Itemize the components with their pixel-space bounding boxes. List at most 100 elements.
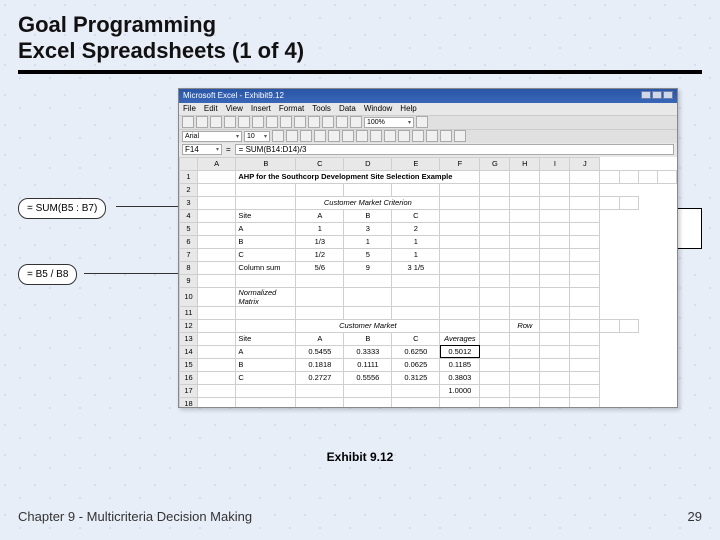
name-box[interactable]: F14	[182, 144, 222, 155]
cell-A3[interactable]	[198, 196, 236, 209]
save-icon[interactable]	[210, 116, 222, 128]
cell-C5[interactable]: 1	[296, 222, 344, 235]
cell-D17[interactable]	[344, 384, 392, 397]
cell-H16[interactable]	[510, 371, 540, 384]
cell-I6[interactable]	[540, 235, 570, 248]
cell-J1[interactable]	[657, 170, 676, 183]
cell-C9[interactable]	[296, 274, 344, 287]
row-header-12[interactable]: 12	[180, 319, 198, 332]
cell-C18[interactable]	[296, 397, 344, 407]
cell-J3[interactable]	[619, 196, 638, 209]
font-color-icon[interactable]	[454, 130, 466, 142]
cell-J11[interactable]	[570, 306, 600, 319]
cell-A15[interactable]	[198, 358, 236, 371]
cell-B13[interactable]: Site	[236, 332, 296, 345]
cell-C7[interactable]: 1/2	[296, 248, 344, 261]
col-header-J[interactable]: J	[570, 157, 600, 170]
cell-F13[interactable]: Averages	[440, 332, 480, 345]
excel-grid[interactable]: ABCDEFGHIJ1AHP for the Southcorp Develop…	[179, 157, 677, 407]
cell-I14[interactable]	[540, 345, 570, 358]
cell-A10[interactable]	[198, 287, 236, 306]
cell-C10[interactable]	[296, 287, 344, 306]
cell-J6[interactable]	[570, 235, 600, 248]
cell-H17[interactable]	[510, 384, 540, 397]
cell-I12[interactable]	[600, 319, 619, 332]
cell-E2[interactable]	[392, 183, 440, 196]
cell-I9[interactable]	[540, 274, 570, 287]
col-header-F[interactable]: F	[440, 157, 480, 170]
cell-B6[interactable]: B	[236, 235, 296, 248]
cell-C1[interactable]	[480, 170, 510, 183]
cell-F8[interactable]	[440, 261, 480, 274]
cell-A14[interactable]	[198, 345, 236, 358]
row-header-3[interactable]: 3	[180, 196, 198, 209]
cell-G8[interactable]	[480, 261, 510, 274]
cell-E15[interactable]: 0.0625	[392, 358, 440, 371]
preview-icon[interactable]	[238, 116, 250, 128]
cell-D4[interactable]: B	[344, 209, 392, 222]
cell-C3[interactable]: Customer Market Criterion	[296, 196, 440, 209]
cell-H9[interactable]	[510, 274, 540, 287]
cell-C6[interactable]: 1/3	[296, 235, 344, 248]
cell-A9[interactable]	[198, 274, 236, 287]
row-header-13[interactable]: 13	[180, 332, 198, 345]
copy-icon[interactable]	[266, 116, 278, 128]
sort-icon[interactable]	[336, 116, 348, 128]
cell-G17[interactable]	[480, 384, 510, 397]
menu-insert[interactable]: Insert	[251, 104, 271, 113]
cell-H1[interactable]	[619, 170, 638, 183]
cell-A18[interactable]	[198, 397, 236, 407]
cell-B14[interactable]: A	[236, 345, 296, 358]
col-header-C[interactable]: C	[296, 157, 344, 170]
comma-icon[interactable]	[384, 130, 396, 142]
cell-B11[interactable]	[236, 306, 296, 319]
fill-color-icon[interactable]	[440, 130, 452, 142]
border-icon[interactable]	[426, 130, 438, 142]
cell-E17[interactable]	[392, 384, 440, 397]
cell-H3[interactable]	[570, 196, 600, 209]
menu-window[interactable]: Window	[364, 104, 392, 113]
cell-D12[interactable]	[440, 319, 480, 332]
cell-E11[interactable]	[392, 306, 440, 319]
col-header-E[interactable]: E	[392, 157, 440, 170]
row-header-6[interactable]: 6	[180, 235, 198, 248]
cell-C15[interactable]: 0.1818	[296, 358, 344, 371]
cell-E9[interactable]	[392, 274, 440, 287]
cell-E13[interactable]: C	[392, 332, 440, 345]
col-header-A[interactable]: A	[198, 157, 236, 170]
cell-F17[interactable]: 1.0000	[440, 384, 480, 397]
cell-F4[interactable]	[440, 209, 480, 222]
cell-D15[interactable]: 0.1111	[344, 358, 392, 371]
cell-J13[interactable]	[570, 332, 600, 345]
row-header-16[interactable]: 16	[180, 371, 198, 384]
cell-A13[interactable]	[198, 332, 236, 345]
cell-I15[interactable]	[540, 358, 570, 371]
cell-F7[interactable]	[440, 248, 480, 261]
cell-J17[interactable]	[570, 384, 600, 397]
cell-E16[interactable]: 0.3125	[392, 371, 440, 384]
cell-A1[interactable]	[198, 170, 236, 183]
align-left-icon[interactable]	[314, 130, 326, 142]
cell-J12[interactable]	[619, 319, 638, 332]
cell-F2[interactable]	[440, 183, 480, 196]
cell-H12[interactable]	[570, 319, 600, 332]
cell-E4[interactable]: C	[392, 209, 440, 222]
cell-G14[interactable]	[480, 345, 510, 358]
menu-format[interactable]: Format	[279, 104, 304, 113]
cell-E12[interactable]	[480, 319, 510, 332]
cell-H5[interactable]	[510, 222, 540, 235]
cell-D5[interactable]: 3	[344, 222, 392, 235]
cell-D2[interactable]	[344, 183, 392, 196]
new-icon[interactable]	[182, 116, 194, 128]
cell-B2[interactable]	[236, 183, 296, 196]
cell-E8[interactable]: 3 1/5	[392, 261, 440, 274]
cell-B1[interactable]: AHP for the Southcorp Development Site S…	[236, 170, 480, 183]
cell-I17[interactable]	[540, 384, 570, 397]
cell-J14[interactable]	[570, 345, 600, 358]
cell-J7[interactable]	[570, 248, 600, 261]
cell-F16[interactable]: 0.3803	[440, 371, 480, 384]
cell-G10[interactable]	[480, 287, 510, 306]
cell-B12[interactable]	[236, 319, 296, 332]
cell-F15[interactable]: 0.1185	[440, 358, 480, 371]
cell-G15[interactable]	[480, 358, 510, 371]
